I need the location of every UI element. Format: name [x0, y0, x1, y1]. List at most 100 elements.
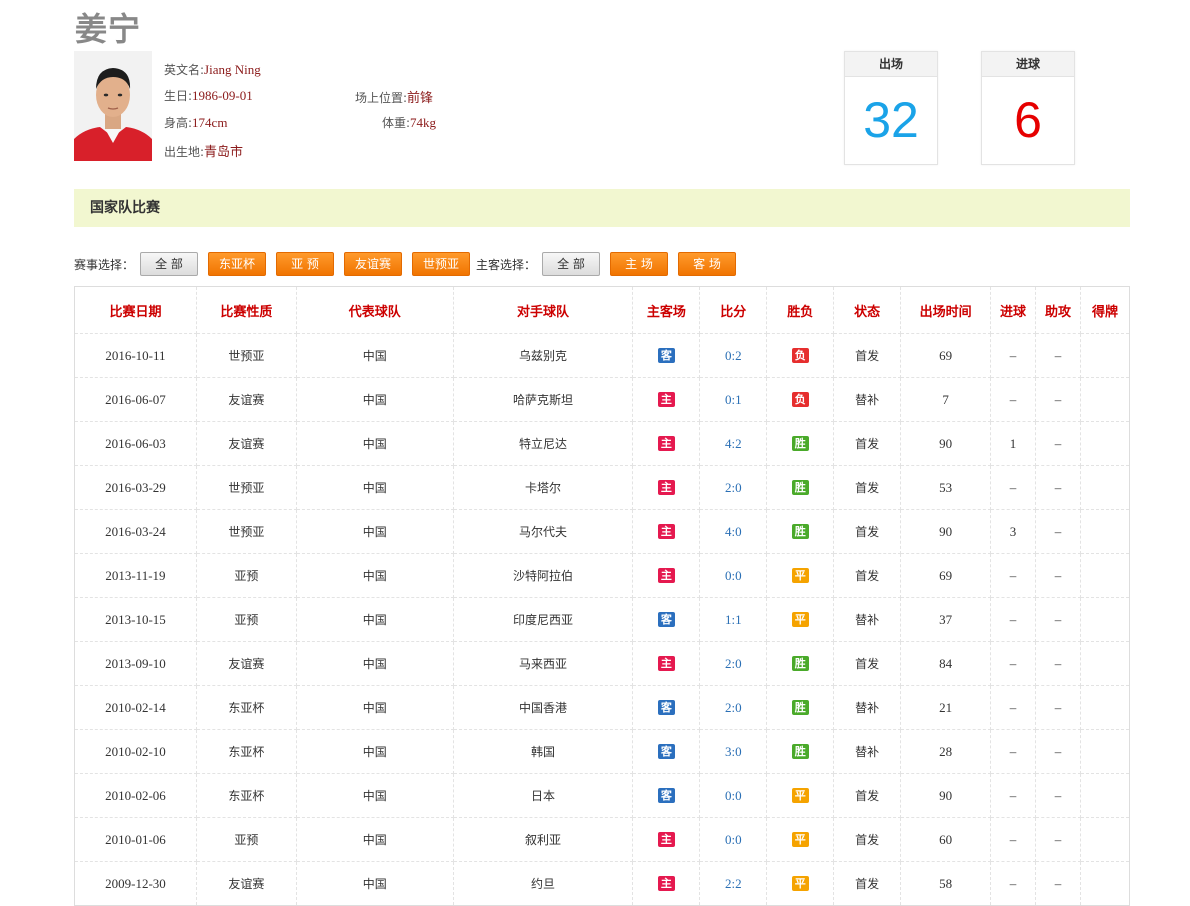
table-row: 2016-03-29 世预亚 中国 卡塔尔 主 2:0 胜 首发 53– –	[74, 465, 1131, 510]
venue-filter-home-button[interactable]: 主 场	[610, 252, 669, 276]
cell-type: 东亚杯	[195, 773, 297, 818]
cell-assists: –	[1035, 421, 1081, 466]
birthday-row: 生日:1986-09-01	[164, 87, 253, 104]
cell-score: 0:0	[699, 817, 768, 862]
result-badge: 平	[791, 788, 809, 803]
venue-filter-away-button[interactable]: 客 场	[678, 252, 737, 276]
cell-opponent: 马来西亚	[452, 641, 634, 686]
cell-goals: –	[990, 553, 1037, 598]
cell-assists: –	[1035, 817, 1081, 862]
cell-score: 4:2	[699, 421, 768, 466]
cell-team: 中国	[295, 861, 454, 906]
cell-minutes: 90	[900, 421, 992, 466]
cell-minutes: 90	[900, 509, 992, 554]
cell-date: 2013-10-15	[74, 597, 197, 642]
cell-venue: 主	[632, 553, 701, 598]
event-filter-friendly-button[interactable]: 友谊赛	[344, 252, 403, 276]
cell-assists: –	[1035, 597, 1081, 642]
event-filter-asian-qual-button[interactable]: 亚 预	[276, 252, 335, 276]
cell-type: 东亚杯	[195, 685, 297, 730]
event-filter-label: 赛事选择：	[74, 257, 135, 272]
cell-cards	[1079, 729, 1131, 774]
table-row: 2016-10-11 世预亚 中国 乌兹别克 客 0:2 负 首发 69– –	[74, 333, 1131, 378]
cell-score: 0:2	[699, 333, 768, 378]
header-goals[interactable]: 进球	[990, 286, 1037, 334]
filter-bar: 赛事选择： 全 部 东亚杯 亚 预 友谊赛 世预亚 主客选择： 全 部 主 场 …	[74, 252, 746, 276]
appearances-label: 出场	[845, 52, 937, 77]
cell-minutes: 21	[900, 685, 992, 730]
table-row: 2010-01-06 亚预 中国 叙利亚 主 0:0 平 首发 60– –	[74, 817, 1131, 862]
cell-cards	[1079, 773, 1131, 818]
cell-minutes: 90	[900, 773, 992, 818]
result-badge: 平	[791, 568, 809, 583]
cell-cards	[1079, 465, 1131, 510]
height-label: 身高:	[164, 116, 193, 130]
table-row: 2016-06-03 友谊赛 中国 特立尼达 主 4:2 胜 首发 90 1–	[74, 421, 1131, 466]
venue-badge: 主	[657, 656, 675, 671]
cell-goals: –	[990, 597, 1037, 642]
player-photo	[74, 51, 152, 161]
position-row: 场上位置:前锋	[355, 87, 433, 106]
cell-status: 首发	[833, 465, 902, 510]
result-badge: 胜	[791, 480, 809, 495]
cell-minutes: 69	[900, 333, 992, 378]
header-opponent[interactable]: 对手球队	[452, 286, 634, 334]
cell-status: 替补	[833, 597, 902, 642]
cell-cards	[1079, 509, 1131, 554]
cell-assists: –	[1035, 861, 1081, 906]
cell-date: 2016-10-11	[74, 333, 197, 378]
cell-type: 友谊赛	[195, 377, 297, 422]
cell-cards	[1079, 685, 1131, 730]
cell-status: 首发	[833, 773, 902, 818]
table-row: 2009-12-30 友谊赛 中国 约旦 主 2:2 平 首发 58– –	[74, 861, 1131, 906]
header-team[interactable]: 代表球队	[295, 286, 454, 334]
cell-score: 4:0	[699, 509, 768, 554]
cell-assists: –	[1035, 729, 1081, 774]
header-result[interactable]: 胜负	[766, 286, 835, 334]
cell-minutes: 60	[900, 817, 992, 862]
cell-status: 替补	[833, 377, 902, 422]
venue-badge: 客	[657, 348, 675, 363]
cell-date: 2010-02-14	[74, 685, 197, 730]
cell-result: 平	[766, 817, 835, 862]
birthplace-row: 出生地:青岛市	[164, 141, 243, 160]
cell-status: 替补	[833, 729, 902, 774]
cell-status: 替补	[833, 685, 902, 730]
cell-score: 2:0	[699, 465, 768, 510]
cell-team: 中国	[295, 553, 454, 598]
header-type[interactable]: 比赛性质	[195, 286, 297, 334]
header-minutes[interactable]: 出场时间	[900, 286, 992, 334]
header-cards[interactable]: 得牌	[1079, 286, 1131, 334]
header-status[interactable]: 状态	[833, 286, 902, 334]
cell-assists: –	[1035, 641, 1081, 686]
event-filter-eaft-button[interactable]: 东亚杯	[208, 252, 267, 276]
english-name-label: 英文名:	[164, 63, 205, 77]
height-row: 身高:174cm	[164, 114, 227, 131]
cell-venue: 主	[632, 465, 701, 510]
cell-assists: –	[1035, 773, 1081, 818]
cell-opponent: 韩国	[452, 729, 634, 774]
cell-score: 3:0	[699, 729, 768, 774]
event-filter-wcq-button[interactable]: 世预亚	[412, 252, 471, 276]
result-badge: 平	[791, 612, 809, 627]
cell-assists: –	[1035, 685, 1081, 730]
header-assists[interactable]: 助攻	[1035, 286, 1081, 334]
cell-type: 世预亚	[195, 509, 297, 554]
venue-filter-all-button[interactable]: 全 部	[542, 252, 601, 276]
weight-value: 74kg	[410, 115, 437, 130]
english-name-value: Jiang Ning	[204, 62, 261, 77]
player-name: 姜宁	[75, 10, 142, 48]
header-venue[interactable]: 主客场	[632, 286, 701, 334]
header-date[interactable]: 比赛日期	[74, 286, 197, 334]
header-score[interactable]: 比分	[699, 286, 768, 334]
result-badge: 平	[791, 876, 809, 891]
cell-cards	[1079, 597, 1131, 642]
cell-venue: 客	[632, 685, 701, 730]
cell-type: 世预亚	[195, 465, 297, 510]
cell-score: 0:1	[699, 377, 768, 422]
cell-assists: –	[1035, 509, 1081, 554]
cell-opponent: 中国香港	[452, 685, 634, 730]
venue-badge: 客	[657, 612, 675, 627]
event-filter-all-button[interactable]: 全 部	[140, 252, 199, 276]
cell-date: 2013-11-19	[74, 553, 197, 598]
